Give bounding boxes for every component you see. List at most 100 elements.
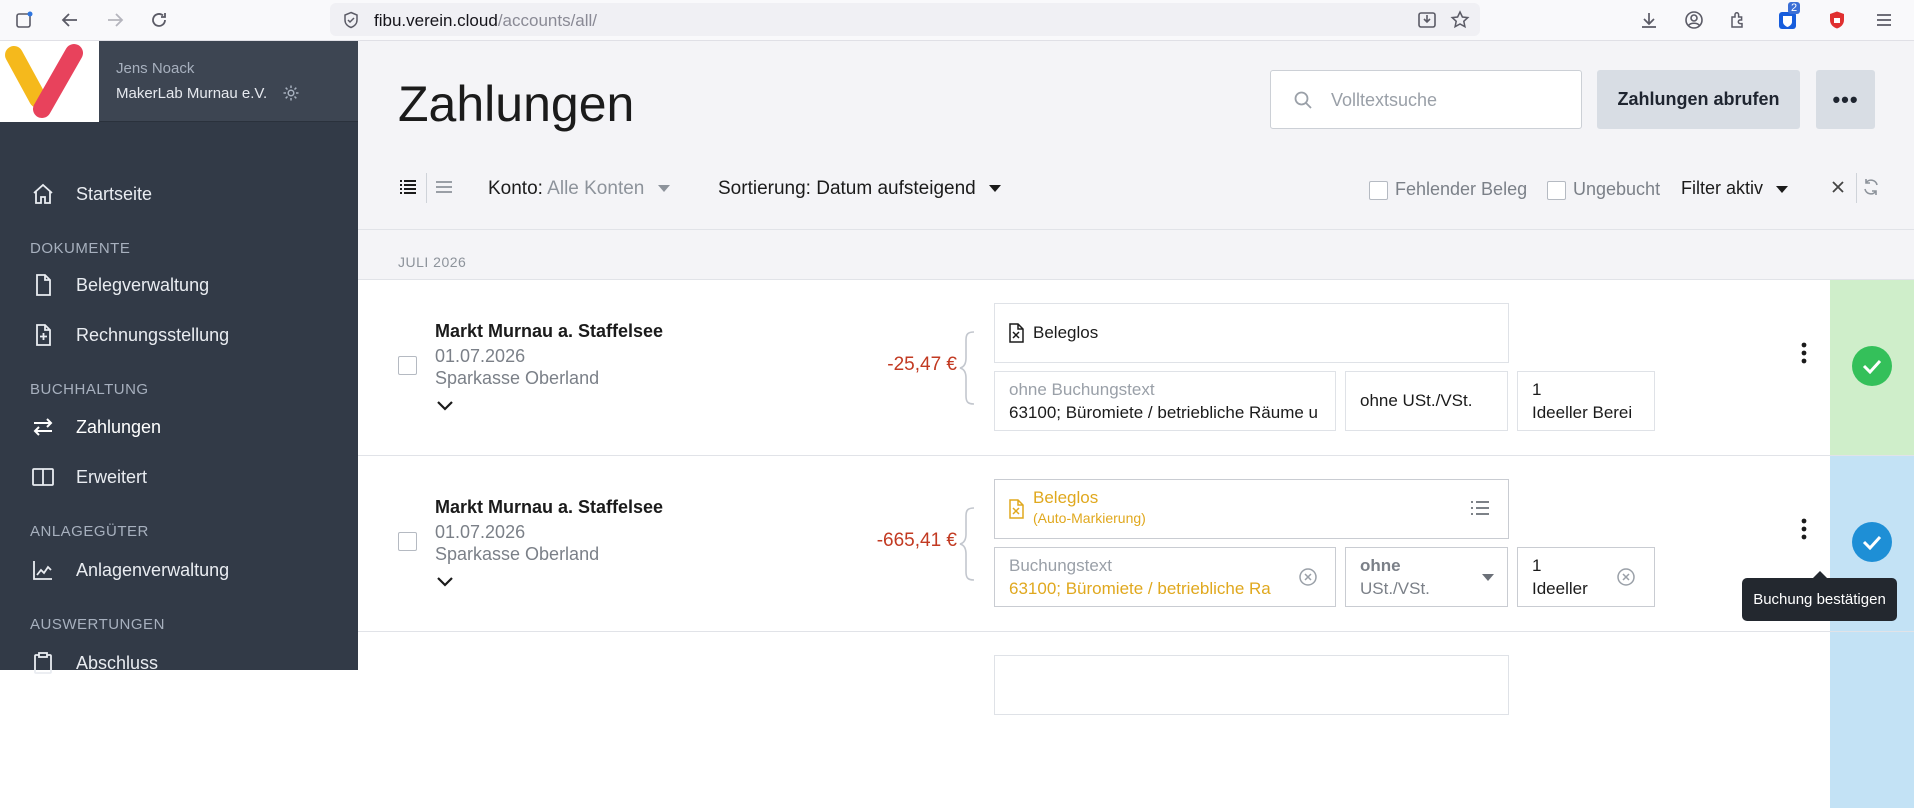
booking-text-field[interactable]: Buchungstext 63100; Büromiete / betriebl… — [994, 547, 1336, 607]
chevron-down-icon — [1482, 574, 1494, 581]
ublock-icon[interactable] — [1825, 8, 1849, 32]
main-content: Zahlungen Zahlungen abrufen ••• Konto: A… — [358, 41, 1914, 808]
booking-account: 63100; Büromiete / betriebliche Räume u — [1009, 403, 1319, 422]
filter-active-label: Filter aktiv — [1681, 178, 1764, 198]
account-filter[interactable]: Konto: Alle Konten — [488, 178, 670, 200]
url-bar[interactable]: fibu.verein.cloud/accounts/all/ — [330, 3, 1480, 36]
row-checkbox[interactable] — [398, 356, 417, 375]
search-box[interactable] — [1270, 70, 1582, 129]
sidebar-item-anlagenverwaltung[interactable]: Anlagenverwaltung — [30, 555, 229, 585]
brace-icon — [958, 506, 976, 582]
chevron-down-icon — [657, 185, 670, 193]
filter-unbooked-checkbox[interactable] — [1547, 181, 1566, 200]
booking-text-placeholder: ohne Buchungstext — [1009, 380, 1155, 399]
section-auswertungen: AUSWERTUNGEN — [30, 616, 165, 633]
receipt-field[interactable] — [994, 655, 1509, 715]
month-label: JULI 2026 — [398, 254, 467, 270]
sidebar-item-abschluss[interactable]: Abschluss — [30, 648, 158, 678]
app-logo[interactable] — [0, 41, 99, 122]
row-menu-icon[interactable] — [1801, 518, 1807, 540]
more-options-button[interactable]: ••• — [1816, 70, 1875, 129]
expand-chevron-icon[interactable] — [436, 400, 454, 412]
search-input[interactable] — [1331, 87, 1561, 113]
bitwarden-icon[interactable]: 2 — [1776, 2, 1801, 32]
area-number: 1 — [1532, 380, 1542, 399]
sidebar-item-startseite[interactable]: Startseite — [30, 179, 152, 209]
checkmark-icon[interactable] — [1852, 346, 1892, 386]
area-field[interactable]: 1 Ideeller Berei — [1517, 371, 1655, 431]
toolbar-divider — [1856, 173, 1857, 203]
booking-text-field[interactable]: ohne Buchungstext 63100; Büromiete / bet… — [994, 371, 1336, 431]
filter-missing-receipt-checkbox[interactable] — [1369, 181, 1388, 200]
status-confirmed — [1830, 280, 1914, 456]
page-title: Zahlungen — [398, 76, 635, 132]
row-checkbox[interactable] — [398, 532, 417, 551]
back-icon[interactable] — [58, 8, 82, 32]
clipboard-icon — [30, 650, 56, 676]
chevron-down-icon — [989, 185, 1002, 193]
bookmark-star-icon[interactable] — [1450, 10, 1470, 30]
payment-row[interactable] — [358, 631, 1914, 808]
refresh-icon[interactable] — [1861, 177, 1881, 197]
sidebar-item-zahlungen[interactable]: Zahlungen — [30, 412, 161, 442]
clear-filter-icon[interactable] — [1830, 179, 1846, 195]
payee-name: Markt Murnau a. Staffelsee — [435, 321, 664, 341]
receipt-auto-mark: (Auto-Markierung) — [1033, 510, 1146, 526]
clear-circle-icon[interactable] — [1616, 567, 1636, 587]
bank-name: Sparkasse Oberland — [435, 368, 600, 388]
payment-date: 01.07.2026 — [435, 346, 526, 366]
sidebar-item-belegverwaltung[interactable]: Belegverwaltung — [30, 270, 209, 300]
confirm-booking-icon[interactable] — [1852, 522, 1892, 562]
area-field[interactable]: 1 Ideeller — [1517, 547, 1655, 607]
document-x-icon — [1008, 499, 1024, 519]
clear-circle-icon[interactable] — [1298, 567, 1318, 587]
payment-row[interactable]: Markt Murnau a. Staffelsee 01.07.2026 Sp… — [358, 455, 1914, 632]
gear-icon[interactable] — [282, 84, 300, 102]
columns-icon — [30, 464, 56, 490]
user-panel[interactable]: Jens Noack MakerLab Murnau e.V. — [99, 41, 358, 122]
account-icon[interactable] — [1682, 8, 1706, 32]
organization-name: MakerLab Murnau e.V. — [116, 85, 268, 102]
chevron-down-icon — [1776, 185, 1789, 193]
filter-toolbar: Konto: Alle Konten Sortierung: Datum auf… — [358, 169, 1914, 209]
detailed-list-view-icon[interactable] — [398, 177, 418, 197]
user-name: Jens Noack — [116, 60, 195, 77]
reload-icon[interactable] — [147, 8, 171, 32]
sidebar-item-erweitert[interactable]: Erweitert — [30, 462, 147, 492]
tax-select[interactable]: ohne USt./VSt. — [1345, 547, 1508, 607]
downloads-icon[interactable] — [1637, 8, 1661, 32]
expand-chevron-icon[interactable] — [436, 576, 454, 588]
tax-field[interactable]: ohne USt./VSt. — [1345, 371, 1508, 431]
account-filter-value: Alle Konten — [547, 178, 645, 199]
extensions-icon[interactable] — [1726, 8, 1750, 32]
document-icon — [30, 272, 56, 298]
tax-line1: ohne — [1360, 556, 1401, 575]
area-name: Ideeller Berei — [1532, 403, 1633, 422]
compact-list-view-icon[interactable] — [434, 177, 454, 197]
save-page-icon[interactable] — [1417, 10, 1437, 30]
sidebar-item-rechnungsstellung[interactable]: Rechnungsstellung — [30, 320, 229, 350]
forward-icon[interactable] — [103, 8, 127, 32]
row-menu-icon[interactable] — [1801, 342, 1807, 364]
filter-unbooked-label: Ungebucht — [1573, 179, 1661, 199]
receipt-field[interactable]: Beleglos — [994, 303, 1509, 363]
menu-icon[interactable] — [1872, 8, 1896, 32]
sort-select[interactable]: Sortierung: Datum aufsteigend — [718, 178, 1002, 200]
tab-overview-icon[interactable] — [12, 8, 36, 32]
tax-value: ohne USt./VSt. — [1360, 391, 1473, 410]
search-icon — [1293, 90, 1313, 110]
chart-icon — [30, 557, 56, 583]
view-divider — [426, 173, 427, 203]
list-icon[interactable] — [1470, 499, 1490, 517]
receipt-field[interactable]: Beleglos (Auto-Markierung) — [994, 479, 1509, 539]
booking-text-placeholder: Buchungstext — [1009, 556, 1113, 575]
payment-row[interactable]: Markt Murnau a. Staffelsee 01.07.2026 Sp… — [358, 279, 1914, 456]
filter-active-dropdown[interactable]: Filter aktiv — [1681, 178, 1789, 199]
section-anlagegueter: ANLAGEGÜTER — [30, 523, 149, 540]
booking-account: 63100; Büromiete / betriebliche Ra — [1009, 579, 1271, 598]
fetch-payments-button[interactable]: Zahlungen abrufen — [1597, 70, 1800, 129]
document-x-icon — [1008, 323, 1024, 343]
bank-name: Sparkasse Oberland — [435, 544, 600, 564]
account-filter-label: Konto: — [488, 178, 543, 199]
sidebar-item-label: Startseite — [76, 183, 153, 204]
